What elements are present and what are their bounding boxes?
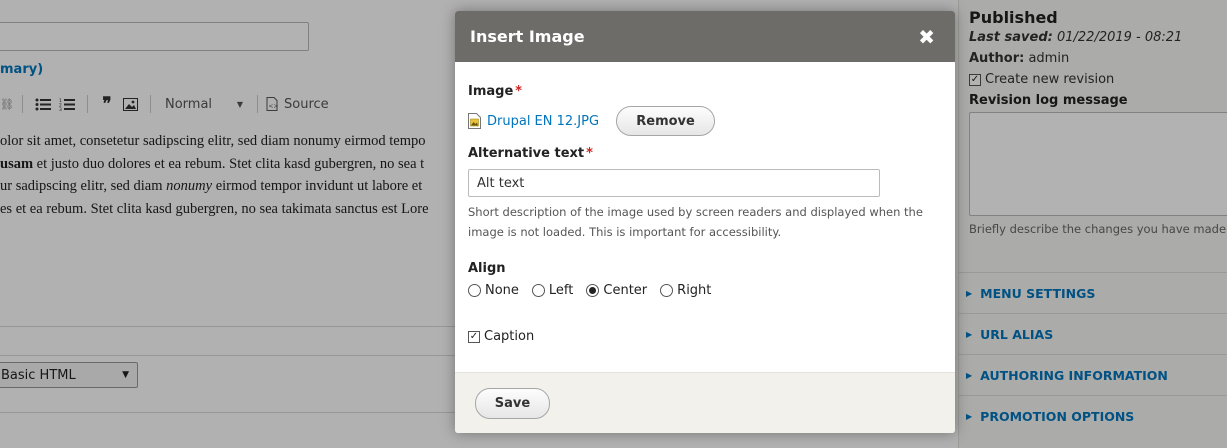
align-option-label: None	[485, 283, 519, 298]
align-option-label: Center	[603, 283, 648, 298]
align-option-label: Left	[548, 283, 574, 298]
align-label: Align	[468, 261, 506, 276]
remove-button[interactable]: Remove	[616, 106, 716, 136]
image-file-row: Drupal EN 12.JPG Remove	[468, 106, 716, 136]
required-marker: *	[515, 84, 523, 99]
save-button[interactable]: Save	[475, 388, 550, 419]
caption-row[interactable]: ✓ Caption	[468, 329, 534, 344]
align-left-radio[interactable]	[531, 284, 545, 297]
image-file-icon	[468, 113, 481, 129]
align-right-radio[interactable]	[660, 284, 674, 297]
align-right-option[interactable]: Right	[660, 283, 711, 298]
caption-label: Caption	[484, 329, 535, 344]
required-marker: *	[586, 146, 593, 161]
image-label-text: Image	[468, 84, 514, 99]
alt-text-description: Short description of the image used by s…	[468, 202, 946, 242]
alt-label-text: Alternative text	[468, 146, 585, 161]
align-center-radio[interactable]	[586, 284, 600, 297]
close-icon[interactable]: ✖	[918, 27, 935, 47]
alt-help-line: Short description of the image used by s…	[468, 205, 923, 219]
dialog-title: Insert Image	[470, 27, 585, 46]
image-file-link[interactable]: Drupal EN 12.JPG	[487, 114, 599, 129]
alt-text-input[interactable]: Alt text	[468, 169, 880, 197]
caption-checkbox[interactable]: ✓	[468, 330, 480, 343]
align-option-label: Right	[677, 283, 712, 298]
insert-image-dialog: Insert Image ✖ Image * Drupal EN 12.JPG R…	[455, 11, 955, 433]
align-radios: None Left Center Right	[468, 283, 724, 298]
align-none-radio[interactable]	[468, 284, 481, 297]
alt-text-value: Alt text	[477, 175, 525, 191]
image-field-label: Image *	[468, 84, 522, 99]
align-center-option[interactable]: Center	[586, 283, 647, 298]
alt-help-line: image is not loaded. This is important f…	[468, 225, 782, 239]
alt-text-label: Alternative text *	[468, 146, 593, 161]
dialog-button-pane: Save	[455, 372, 955, 433]
align-none-option[interactable]: None	[468, 283, 519, 298]
align-left-option[interactable]: Left	[531, 283, 574, 298]
dialog-titlebar: Insert Image ✖	[455, 11, 955, 62]
